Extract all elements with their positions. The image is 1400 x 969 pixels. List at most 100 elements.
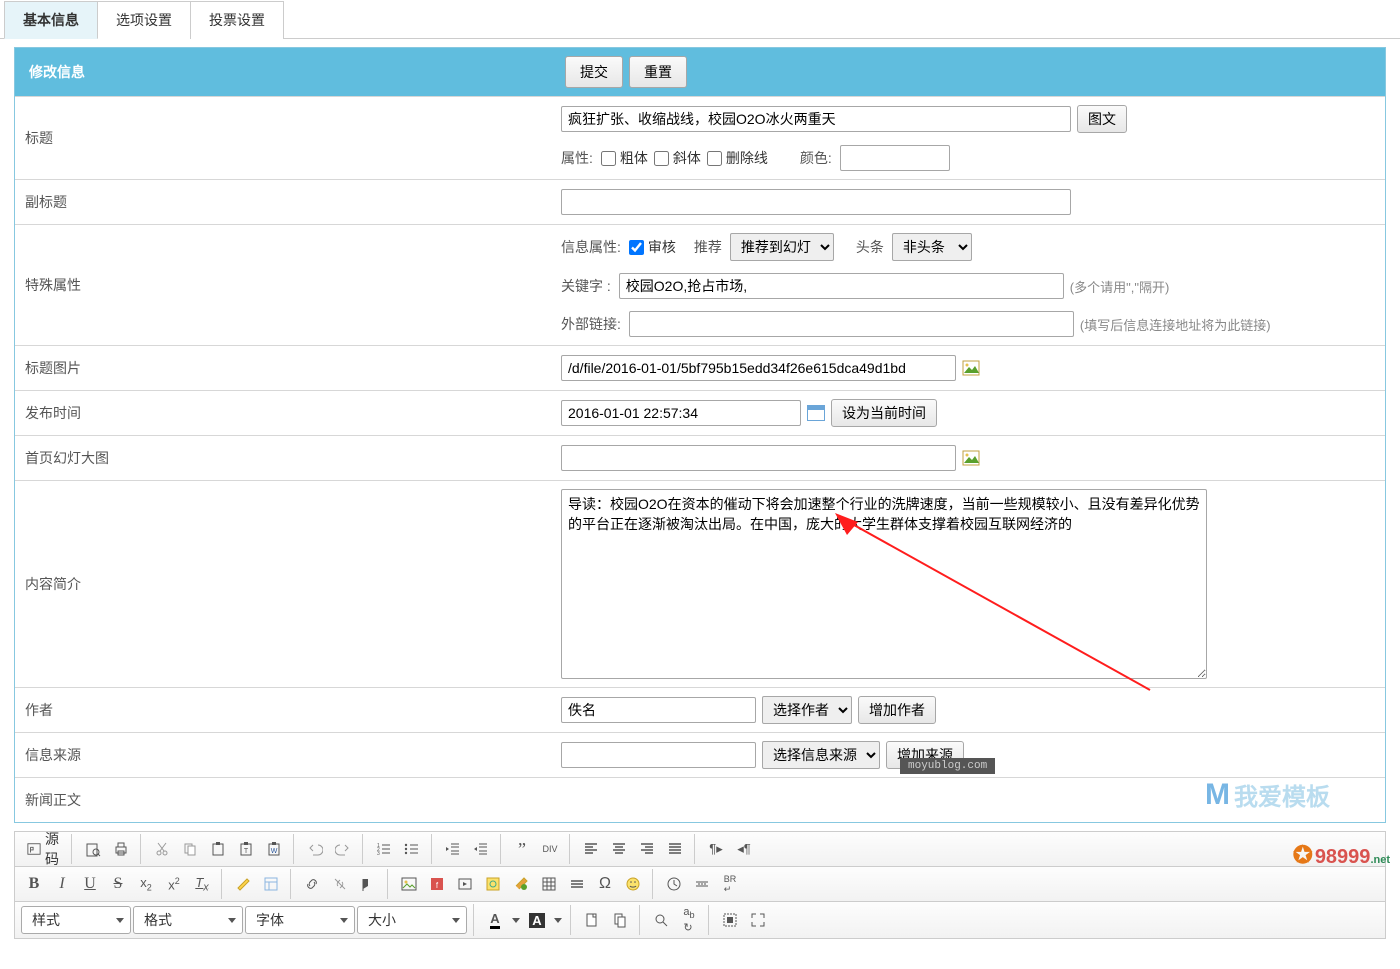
submit-button[interactable]: 提交 (565, 56, 623, 88)
subscript-icon[interactable]: x2 (133, 871, 159, 897)
italic-checkbox[interactable]: 斜体 (654, 148, 701, 168)
calendar-icon[interactable] (807, 405, 825, 421)
emoji-icon[interactable] (620, 871, 646, 897)
bold-icon[interactable]: B (21, 871, 47, 897)
highlight-icon[interactable] (230, 871, 256, 897)
superscript-icon[interactable]: x2 (161, 871, 187, 897)
newpage-icon[interactable] (579, 907, 605, 933)
reset-button[interactable]: 重置 (629, 56, 687, 88)
blockquote-icon[interactable]: ” (509, 836, 535, 862)
iframe-icon[interactable] (480, 871, 506, 897)
replace-icon[interactable]: ab↻ (676, 907, 702, 933)
color-input[interactable] (840, 145, 950, 171)
media-icon[interactable] (452, 871, 478, 897)
time-icon[interactable] (661, 871, 687, 897)
size-combo[interactable]: 大小 (357, 906, 467, 934)
source-select[interactable]: 选择信息来源 (762, 741, 880, 769)
indent-icon[interactable] (468, 836, 494, 862)
italic-icon[interactable]: I (49, 871, 75, 897)
set-now-button[interactable]: 设为当前时间 (831, 399, 937, 427)
headline-select[interactable]: 非头条 (892, 233, 972, 261)
ltr-icon[interactable]: ¶▸ (703, 836, 729, 862)
extlink-input[interactable] (629, 311, 1074, 337)
attachment-icon[interactable] (508, 871, 534, 897)
selectall-icon[interactable] (717, 907, 743, 933)
link-icon[interactable] (299, 871, 325, 897)
tab-option-settings[interactable]: 选项设置 (98, 1, 191, 39)
imgtext-button[interactable]: 图文 (1077, 105, 1127, 133)
label-author: 作者 (15, 688, 555, 732)
align-justify-icon[interactable] (662, 836, 688, 862)
audit-label: 审核 (648, 237, 676, 257)
font-combo[interactable]: 字体 (245, 906, 355, 934)
strike-checkbox[interactable]: 删除线 (707, 148, 768, 168)
redo-icon[interactable] (330, 836, 356, 862)
table-icon[interactable] (536, 871, 562, 897)
maximize-icon[interactable] (745, 907, 771, 933)
format-combo[interactable]: 格式 (133, 906, 243, 934)
bg-color-caret[interactable] (552, 918, 564, 923)
label-title-image: 标题图片 (15, 346, 555, 390)
strike-icon[interactable]: S (105, 871, 131, 897)
insert-image-icon[interactable] (396, 871, 422, 897)
recommend-select[interactable]: 推荐到幻灯 (730, 233, 834, 261)
row-summary: 内容简介 (15, 480, 1385, 687)
align-center-icon[interactable] (606, 836, 632, 862)
source-button[interactable]: 源码 (21, 836, 65, 862)
undo-icon[interactable] (302, 836, 328, 862)
find-icon[interactable] (648, 907, 674, 933)
image-picker-icon[interactable] (962, 360, 980, 376)
copyformat-icon[interactable] (607, 907, 633, 933)
rtl-icon[interactable]: ◂¶ (731, 836, 757, 862)
home-slide-input[interactable] (561, 445, 956, 471)
anchor-icon[interactable] (355, 871, 381, 897)
style-combo[interactable]: 样式 (21, 906, 131, 934)
text-color-icon[interactable]: A (482, 907, 508, 933)
audit-checkbox[interactable]: 审核 (629, 237, 676, 257)
hr-icon[interactable] (564, 871, 590, 897)
image-picker-icon[interactable] (962, 450, 980, 466)
summary-textarea[interactable] (561, 489, 1207, 679)
paste-text-icon[interactable]: T (233, 836, 259, 862)
bold-label: 粗体 (620, 148, 648, 168)
keyword-input[interactable] (619, 273, 1064, 299)
div-icon[interactable]: DIV (537, 836, 563, 862)
title-image-input[interactable] (561, 355, 956, 381)
bold-checkbox[interactable]: 粗体 (601, 148, 648, 168)
text-color-caret[interactable] (510, 918, 522, 923)
subtitle-input[interactable] (561, 189, 1071, 215)
title-input[interactable] (561, 106, 1071, 132)
special-char-icon[interactable]: Ω (592, 871, 618, 897)
br-icon[interactable]: BR↵ (717, 871, 743, 897)
template-icon[interactable] (258, 871, 284, 897)
remove-format-icon[interactable]: Tx (189, 871, 215, 897)
copy-icon[interactable] (177, 836, 203, 862)
tab-vote-settings[interactable]: 投票设置 (191, 1, 284, 39)
publish-time-input[interactable] (561, 400, 801, 426)
align-left-icon[interactable] (578, 836, 604, 862)
outdent-icon[interactable] (440, 836, 466, 862)
flash-icon[interactable]: f (424, 871, 450, 897)
unlink-icon[interactable] (327, 871, 353, 897)
bg-color-icon[interactable]: A (524, 907, 550, 933)
paste-word-icon[interactable]: W (261, 836, 287, 862)
panel-header: 修改信息 提交 重置 (15, 48, 1385, 96)
bullet-list-icon[interactable] (399, 836, 425, 862)
author-input[interactable] (561, 697, 756, 723)
author-select[interactable]: 选择作者 (762, 696, 852, 724)
row-title: 标题 图文 属性: 粗体 斜体 删除线 颜色: (15, 96, 1385, 179)
strike-label: 删除线 (726, 148, 768, 168)
paste-icon[interactable] (205, 836, 231, 862)
tab-basic-info[interactable]: 基本信息 (4, 1, 98, 39)
underline-icon[interactable]: U (77, 871, 103, 897)
numbered-list-icon[interactable]: 123 (371, 836, 397, 862)
add-author-button[interactable]: 增加作者 (858, 696, 936, 724)
preview-icon[interactable] (80, 836, 106, 862)
print-icon[interactable] (108, 836, 134, 862)
row-subtitle: 副标题 (15, 179, 1385, 224)
align-right-icon[interactable] (634, 836, 660, 862)
pagebreak-icon[interactable] (689, 871, 715, 897)
label-subtitle: 副标题 (15, 180, 555, 224)
cut-icon[interactable] (149, 836, 175, 862)
source-input[interactable] (561, 742, 756, 768)
